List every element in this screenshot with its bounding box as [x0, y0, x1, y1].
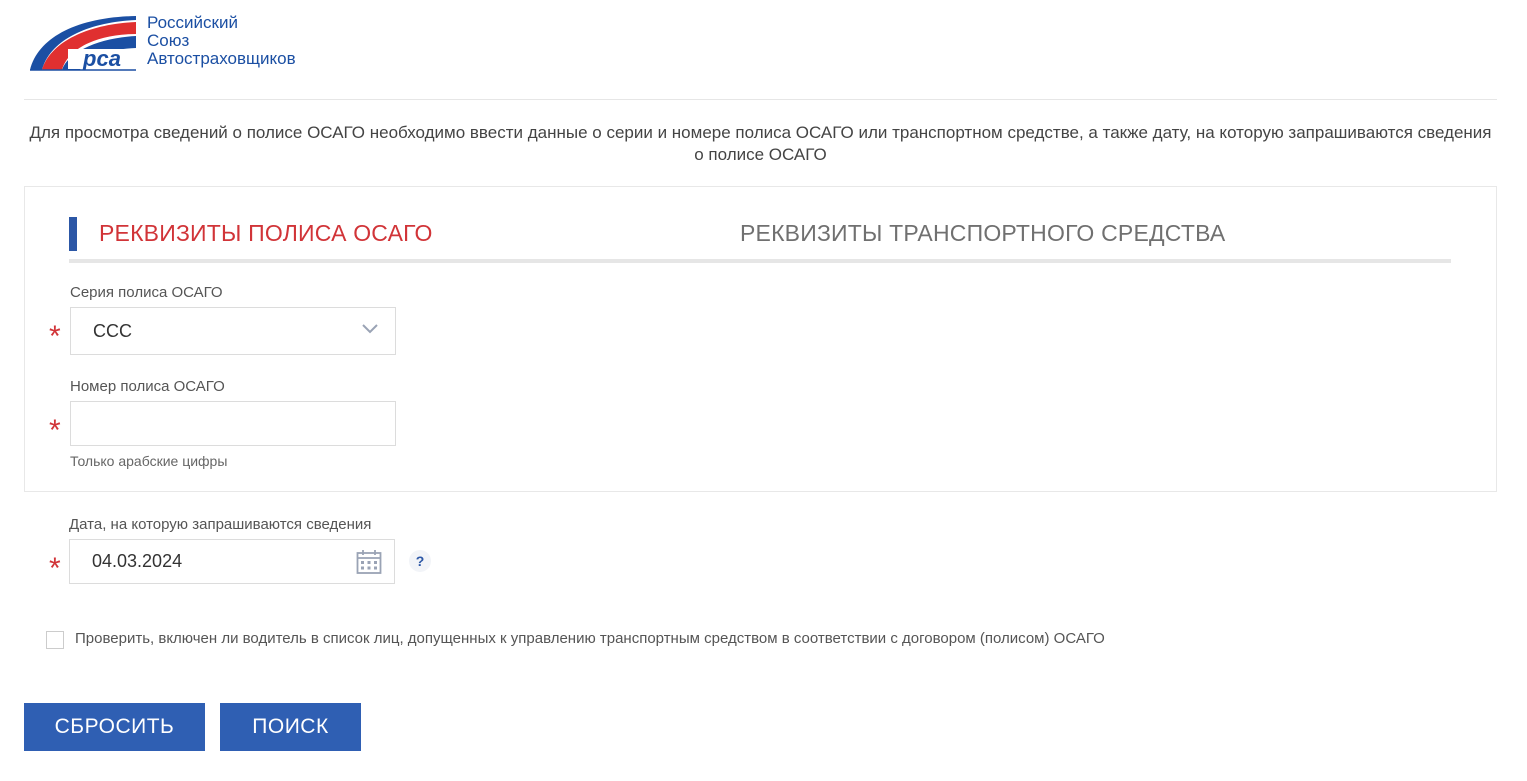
active-tab-marker — [69, 217, 77, 251]
reset-button[interactable]: СБРОСИТЬ — [24, 703, 205, 751]
date-help-icon[interactable]: ? — [409, 550, 431, 572]
logo-line-2: Союз — [147, 31, 190, 50]
date-label: Дата, на которую запрашиваются сведения — [69, 516, 372, 533]
search-button[interactable]: ПОИСК — [220, 703, 361, 751]
series-required-mark: * — [49, 320, 61, 353]
chevron-down-icon — [362, 324, 378, 334]
driver-check-checkbox[interactable] — [46, 631, 64, 649]
tab-underline — [69, 259, 1451, 263]
driver-check-label[interactable]: Проверить, включен ли водитель в список … — [75, 630, 1105, 647]
date-input-value: 04.03.2024 — [92, 551, 183, 571]
number-hint: Только арабские цифры — [70, 453, 228, 469]
series-select-value: ССС — [93, 320, 132, 341]
date-required-mark: * — [49, 552, 61, 585]
series-label: Серия полиса ОСАГО — [70, 284, 223, 301]
number-required-mark: * — [49, 414, 61, 447]
calendar-icon[interactable] — [356, 549, 382, 575]
date-input[interactable]: 04.03.2024 — [69, 539, 395, 584]
series-select[interactable]: ССС — [70, 307, 396, 355]
logo-line-1: Российский — [147, 13, 238, 32]
rsa-emblem-icon: рса — [30, 16, 136, 71]
intro-text: Для просмотра сведений о полисе ОСАГО не… — [29, 123, 1492, 164]
tab-policy-details[interactable]: РЕКВИЗИТЫ ПОЛИСА ОСАГО — [99, 220, 433, 247]
tab-vehicle-details[interactable]: РЕКВИЗИТЫ ТРАНСПОРТНОГО СРЕДСТВА — [740, 220, 1225, 247]
logo-line-3: Автостраховщиков — [147, 49, 296, 68]
rsa-logo[interactable]: рса Российский Союз Автостраховщиков — [28, 12, 318, 72]
header-divider — [24, 99, 1497, 100]
number-label: Номер полиса ОСАГО — [70, 378, 225, 395]
rsa-emblem-text: рса — [82, 46, 121, 71]
policy-number-input[interactable] — [70, 401, 396, 446]
